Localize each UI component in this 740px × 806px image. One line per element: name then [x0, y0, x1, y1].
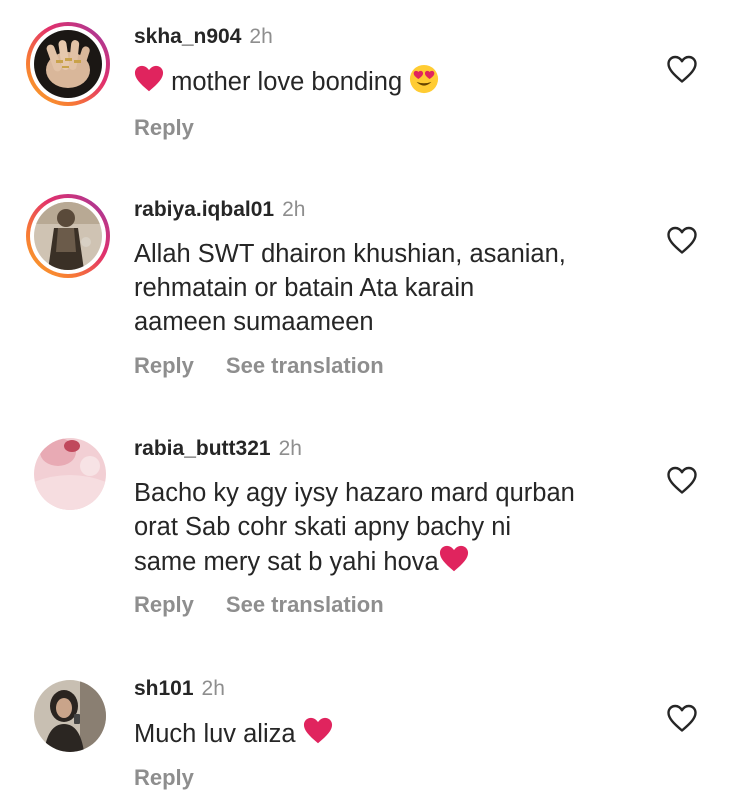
reply-button[interactable]: Reply [134, 115, 194, 140]
avatar[interactable] [26, 22, 110, 106]
username[interactable]: sh101 [134, 677, 194, 700]
comment-text: Allah SWT dhairon khushian, asanian, reh… [134, 237, 634, 339]
comment-text: Much luv aliza [134, 716, 634, 751]
avatar-hand-rings-icon [34, 30, 102, 98]
see-translation-button[interactable]: See translation [226, 592, 384, 617]
avatar[interactable] [34, 680, 106, 752]
comment-line: same mery sat b yahi hova [134, 548, 439, 576]
red-heart-emoji-icon [439, 545, 468, 572]
heart-outline-icon [667, 226, 697, 254]
heart-eyes-emoji-icon [410, 64, 439, 94]
comment-text-content: Much luv aliza [134, 720, 296, 748]
heart-outline-icon [667, 466, 697, 494]
like-button[interactable] [666, 225, 698, 255]
username[interactable]: skha_n904 [134, 25, 241, 48]
avatar-selfie-icon [34, 680, 106, 752]
comment-text: Bacho ky agy iysy hazaro mard qurban ora… [134, 476, 634, 579]
comment-line-with-emoji: same mery sat b yahi hova [134, 544, 634, 579]
red-heart-emoji-icon [303, 717, 332, 744]
avatar[interactable] [34, 438, 106, 510]
see-translation-button[interactable]: See translation [226, 353, 384, 378]
comment-line: orat Sab cohr skati apny bachy ni [134, 513, 512, 541]
avatar-pink-photo-icon [34, 438, 106, 510]
reply-button[interactable]: Reply [134, 592, 194, 617]
like-button[interactable] [666, 703, 698, 733]
timestamp: 2h [278, 437, 302, 460]
timestamp: 2h [282, 198, 306, 221]
comment-line: rehmatain or batain Ata karain [134, 274, 475, 302]
red-heart-emoji-icon [134, 65, 164, 92]
reply-button[interactable]: Reply [134, 353, 194, 378]
timestamp: 2h [249, 25, 273, 48]
reply-button[interactable]: Reply [134, 765, 194, 790]
heart-outline-icon [667, 55, 697, 83]
avatar-image [34, 202, 102, 270]
timestamp: 2h [201, 677, 225, 700]
comment-line: Allah SWT dhairon khushian, asanian, [134, 240, 566, 268]
username[interactable]: rabia_butt321 [134, 437, 271, 460]
comment-line: Bacho ky agy iysy hazaro mard qurban [134, 479, 575, 507]
comment-text-content: mother love bonding [171, 68, 403, 96]
avatar-person-dress-icon [34, 202, 102, 270]
like-button[interactable] [666, 54, 698, 84]
like-button[interactable] [666, 465, 698, 495]
comment-line: aameen sumaameen [134, 308, 374, 336]
username[interactable]: rabiya.iqbal01 [134, 198, 274, 221]
comment-text: mother love bonding [134, 64, 634, 99]
avatar-image [34, 30, 102, 98]
heart-outline-icon [667, 704, 697, 732]
avatar[interactable] [26, 194, 110, 278]
